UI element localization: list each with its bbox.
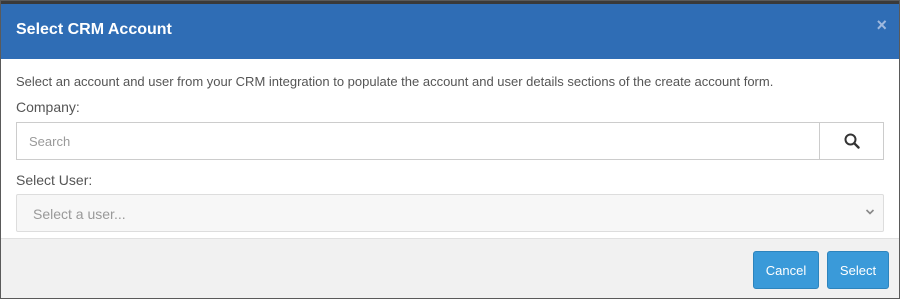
company-search-group [16,122,884,160]
search-button[interactable] [819,122,884,160]
select-button[interactable]: Select [827,251,889,289]
user-select-value: Select a user... [33,206,126,222]
search-icon [844,133,860,149]
user-select[interactable]: Select a user... [16,194,884,232]
company-search-input[interactable] [16,122,819,160]
chevron-down-icon [865,209,875,215]
close-icon[interactable]: × [876,16,887,34]
select-user-label: Select User: [16,172,93,188]
dialog-body: Select an account and user from your CRM… [1,59,899,238]
dialog-title: Select CRM Account [16,21,172,38]
dialog-header: Select CRM Account × [1,1,899,59]
cancel-button[interactable]: Cancel [753,251,819,289]
company-label: Company: [16,99,80,115]
dialog-footer: Cancel Select [1,238,899,298]
select-crm-account-dialog: Select CRM Account × Select an account a… [0,0,900,299]
dialog-description: Select an account and user from your CRM… [16,74,774,89]
